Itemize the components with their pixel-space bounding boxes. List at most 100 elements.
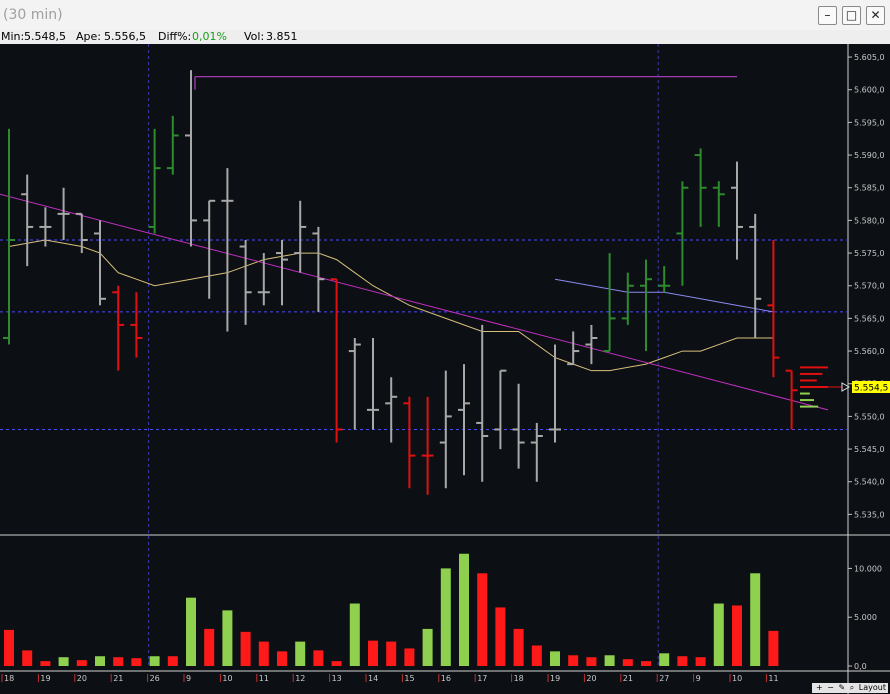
volume-bar xyxy=(95,656,105,666)
volume-bar xyxy=(113,657,124,666)
volume-bar xyxy=(550,651,560,666)
maximize-button[interactable]: □ xyxy=(842,6,861,25)
volume-bar xyxy=(331,661,342,666)
time-tick-label: 12 xyxy=(295,674,305,683)
volume-bar xyxy=(604,655,615,666)
depth-bid-bar xyxy=(800,392,810,395)
volume-bar xyxy=(622,659,633,666)
depth-bid-bar xyxy=(800,399,814,402)
price-tick-label: 5.580,0 xyxy=(854,216,885,225)
price-tick-label: 5.565,0 xyxy=(854,314,885,323)
time-tick-label: 17 xyxy=(477,674,487,683)
volume-bar xyxy=(258,641,269,666)
volume-bar xyxy=(713,603,724,666)
volume-bar xyxy=(750,573,761,666)
time-tick-label: 21 xyxy=(623,674,633,683)
volume-bar xyxy=(368,640,378,666)
volume-value: 3.851 xyxy=(266,30,298,43)
ohlc-bar xyxy=(21,174,34,267)
price-tick-label: 5.590,0 xyxy=(854,151,885,160)
volume-bar xyxy=(513,628,524,666)
time-tick-label: 27 xyxy=(659,674,669,683)
time-tick-label: 18 xyxy=(514,674,524,683)
price-tick-label: 5.585,0 xyxy=(854,184,885,193)
ohlc-bar xyxy=(458,364,470,476)
pencil-icon[interactable]: ✎ xyxy=(839,683,846,692)
price-tick-label: 5.560,0 xyxy=(854,347,885,356)
min-value: 5.548,5 xyxy=(24,30,66,43)
ohlc-bar xyxy=(712,181,725,227)
time-tick-label: 16 xyxy=(441,674,451,683)
time-tick-label: 20 xyxy=(586,674,596,683)
order-depth xyxy=(800,366,842,408)
ohlc-bar xyxy=(112,285,125,371)
time-tick-label: 11 xyxy=(768,674,778,683)
last-price-label: 5.554,5 xyxy=(854,384,888,394)
volume-bar xyxy=(440,568,451,666)
open-label: Ape: xyxy=(76,30,101,43)
price-tick-label: 5.575,0 xyxy=(854,249,885,258)
time-tick-label: 11 xyxy=(259,674,269,683)
ohlc-bar xyxy=(348,338,361,430)
layout-button[interactable]: Layout xyxy=(859,683,886,692)
volume-label: Vol: xyxy=(244,30,265,43)
volume-tick-label: 10.000 xyxy=(854,564,882,573)
ohlc-bar xyxy=(221,168,234,332)
volume-bar xyxy=(531,645,542,666)
ohlc-bar xyxy=(185,70,197,247)
price-tick-label: 5.595,0 xyxy=(854,118,885,127)
ohlc-bar xyxy=(767,240,780,378)
ohlc-bar xyxy=(749,213,762,338)
volume-bar xyxy=(76,660,87,666)
price-tick-label: 5.570,0 xyxy=(854,282,885,291)
price-tick-label: 5.600,0 xyxy=(854,86,885,95)
volume-bar xyxy=(40,661,51,666)
search-icon[interactable]: ⌕ xyxy=(850,683,854,692)
zoom-out-button[interactable]: − xyxy=(827,683,834,692)
volume-bar xyxy=(568,655,579,666)
ohlc-bar xyxy=(403,396,416,489)
ohlc-bar xyxy=(658,266,671,293)
volume-bar xyxy=(641,661,651,666)
ohlc-bar xyxy=(294,200,307,273)
minimize-button[interactable]: – xyxy=(818,6,837,25)
zoom-in-button[interactable]: + xyxy=(816,683,823,692)
volume-bar xyxy=(659,653,670,666)
time-tick-label: 18 xyxy=(4,674,14,683)
price-tick-label: 5.550,0 xyxy=(854,412,885,421)
ohlc-bar xyxy=(385,377,398,443)
time-tick-label: 13 xyxy=(332,674,342,683)
time-tick-label: 15 xyxy=(404,674,414,683)
time-tick-label: 21 xyxy=(113,674,123,683)
time-tick-label: 19 xyxy=(550,674,560,683)
price-tick-label: 5.540,0 xyxy=(854,478,885,487)
price-volume-chart[interactable]: 5.605,0 5.600,0 5.595,0 5.590,0 5.585,0 5.580… xyxy=(0,44,890,694)
depth-ask-bar xyxy=(800,386,828,388)
ohlc-bars xyxy=(3,70,798,495)
volume-bar xyxy=(22,650,33,666)
ohlc-bar xyxy=(367,338,379,430)
diff-value: 0,01% xyxy=(192,30,227,43)
chart-toolbar: + − ✎ ⌕ Layout xyxy=(812,683,888,693)
window-title: (30 min) xyxy=(3,7,63,23)
time-tick-label: 20 xyxy=(77,674,87,683)
time-tick-label: 14 xyxy=(368,674,378,683)
ohlc-bar xyxy=(57,187,70,240)
ohlc-bar xyxy=(530,422,543,482)
depth-bid-bar xyxy=(800,405,819,408)
price-tick-label: 5.545,0 xyxy=(854,445,885,454)
quote-info-bar: Min: 5.548,5 Ape: 5.556,5 Diff%: 0,01% V… xyxy=(0,30,890,44)
ohlc-bar xyxy=(621,272,634,325)
volume-bar xyxy=(295,641,306,666)
volume-bar xyxy=(4,629,14,666)
volume-bar xyxy=(459,553,469,666)
ohlc-bar xyxy=(130,292,143,358)
ohlc-bar xyxy=(330,278,343,443)
volume-bar xyxy=(204,628,215,666)
min-label: Min: xyxy=(1,30,25,43)
volume-bar xyxy=(222,610,233,666)
volume-bar xyxy=(404,648,415,666)
ohlc-bar xyxy=(494,369,507,450)
close-button[interactable]: ✕ xyxy=(866,6,885,25)
volume-bar xyxy=(167,656,178,666)
